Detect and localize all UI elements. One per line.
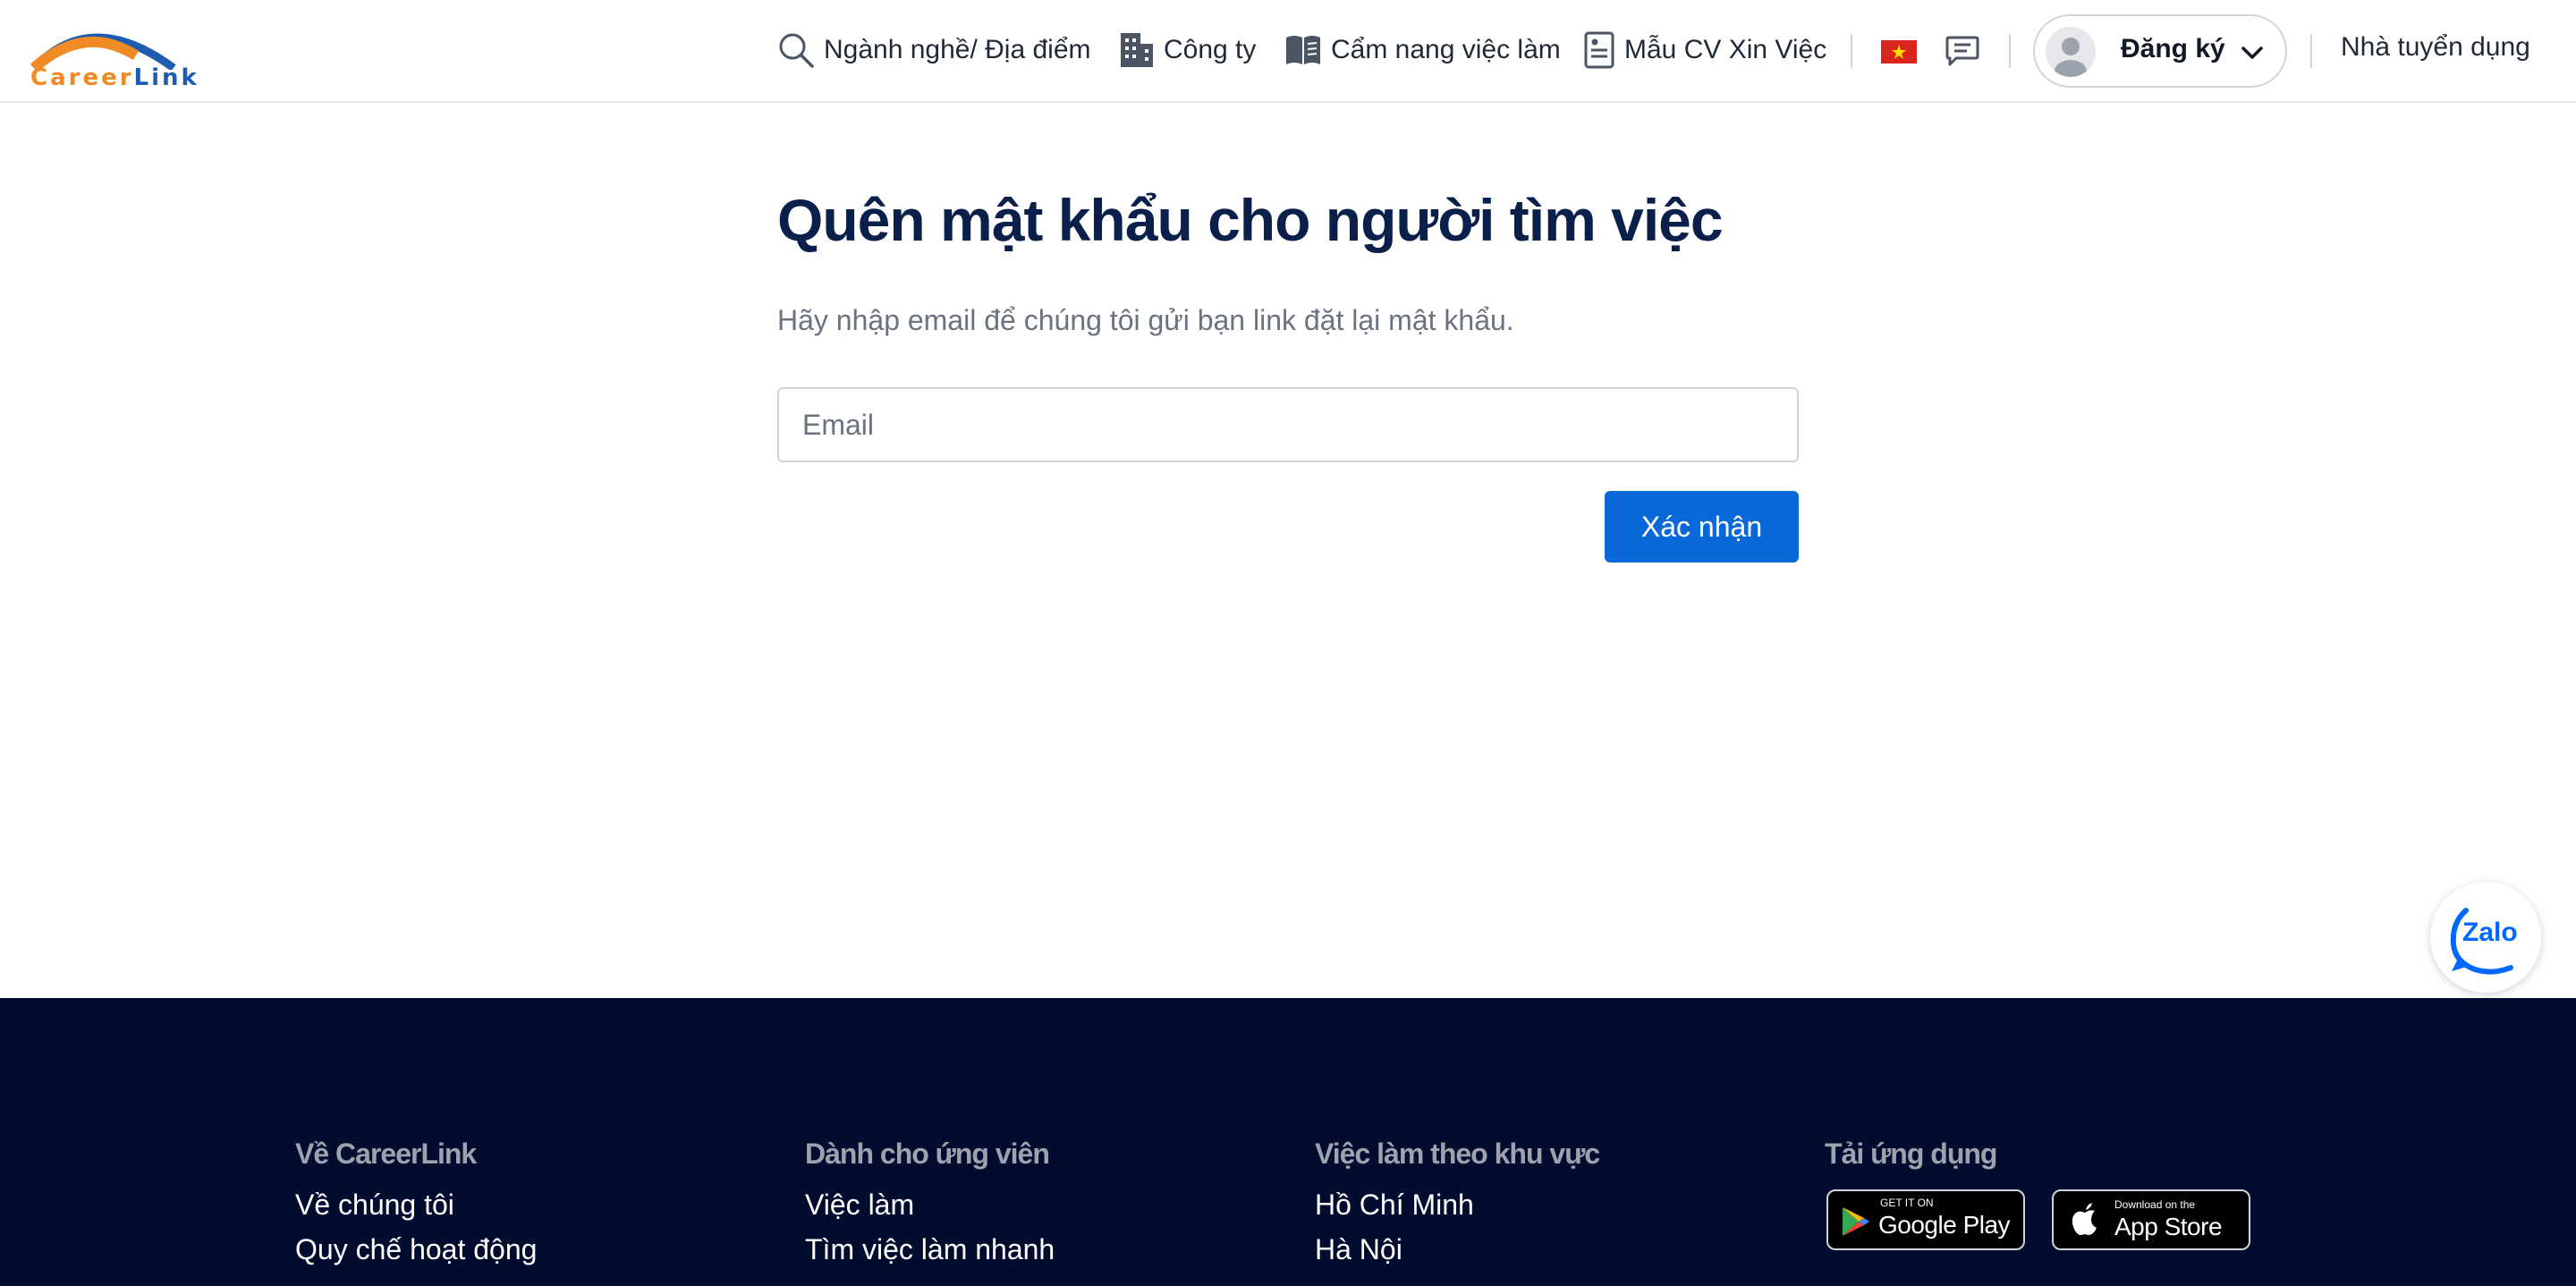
- document-icon: [1584, 31, 1614, 69]
- email-field[interactable]: [777, 387, 1799, 462]
- footer-column-regions: Việc làm theo khu vực Hồ Chí Minh Hà Nội: [1315, 1138, 1600, 1264]
- search-icon: [779, 33, 814, 68]
- book-icon: [1286, 36, 1320, 64]
- submit-button[interactable]: Xác nhận: [1605, 491, 1799, 563]
- header-divider: [1851, 34, 1852, 68]
- nav-cv-templates-label: Mẫu CV Xin Việc: [1624, 35, 1827, 64]
- flag-star-icon: [1892, 45, 1906, 59]
- google-play-small-text: GET IT ON: [1880, 1197, 1934, 1209]
- google-play-badge[interactable]: GET IT ON Google Play: [1826, 1189, 2025, 1250]
- footer-column-about: Về CareerLink Về chúng tôi Quy chế hoạt …: [295, 1138, 537, 1264]
- google-play-icon: [1843, 1207, 1869, 1236]
- page-subtitle: Hãy nhập email để chúng tôi gửi bạn link…: [777, 304, 1514, 336]
- chevron-down-icon: [2241, 47, 2263, 59]
- nav-company[interactable]: Công ty: [1119, 27, 1256, 73]
- page-title: Quên mật khẩu cho người tìm việc: [777, 187, 1724, 253]
- footer-column-candidates: Dành cho ứng viên Việc làm Tìm việc làm …: [805, 1138, 1055, 1264]
- site-header: CareerLink Ngành nghề/ Địa điểm Công ty …: [0, 0, 2576, 103]
- logo-arc-icon: [30, 33, 176, 70]
- logo-text: CareerLink: [30, 64, 199, 91]
- footer-heading: Dành cho ứng viên: [805, 1138, 1050, 1170]
- zalo-label: Zalo: [2462, 918, 2518, 947]
- nav-industry-location-label: Ngành nghề/ Địa điểm: [824, 35, 1091, 64]
- building-icon: [1121, 33, 1153, 67]
- footer-link[interactable]: Về chúng tôi: [295, 1190, 537, 1219]
- footer-link[interactable]: Hồ Chí Minh: [1315, 1190, 1599, 1219]
- header-divider: [2310, 34, 2312, 68]
- signup-label: Đăng ký: [2121, 34, 2225, 63]
- zalo-chat-button[interactable]: Zalo: [2430, 882, 2541, 993]
- avatar: [2046, 27, 2096, 77]
- footer-heading: Tải ứng dụng: [1825, 1138, 1997, 1170]
- logo-text-link: Link: [133, 64, 199, 91]
- employer-link[interactable]: Nhà tuyển dụng: [2341, 32, 2530, 63]
- footer-heading: Việc làm theo khu vực: [1315, 1138, 1600, 1170]
- google-play-big-text: Google Play: [1878, 1211, 2011, 1239]
- signup-dropdown-button[interactable]: Đăng ký: [2033, 14, 2287, 88]
- vietnam-flag-icon[interactable]: [1881, 40, 1917, 63]
- chat-icon[interactable]: [1945, 35, 1979, 67]
- nav-career-guide-label: Cẩm nang việc làm: [1331, 35, 1561, 64]
- nav-career-guide[interactable]: Cẩm nang việc làm: [1284, 27, 1561, 73]
- footer-column-apps: Tải ứng dụng: [1825, 1138, 1997, 1171]
- footer-link[interactable]: Việc làm: [805, 1190, 1055, 1219]
- app-store-small-text: Download on the: [2114, 1198, 2196, 1211]
- logo-text-career: Career: [30, 64, 134, 91]
- app-store-badge[interactable]: Download on the App Store: [2052, 1189, 2250, 1250]
- footer-heading: Về CareerLink: [295, 1138, 477, 1170]
- app-store-big-text: App Store: [2114, 1213, 2223, 1240]
- footer-link[interactable]: Hà Nội: [1315, 1235, 1599, 1264]
- nav-cv-templates[interactable]: Mẫu CV Xin Việc: [1583, 27, 1826, 73]
- header-divider: [2009, 34, 2011, 68]
- nav-company-label: Công ty: [1164, 35, 1257, 64]
- apple-icon: [2072, 1203, 2097, 1235]
- footer-link[interactable]: Tìm việc làm nhanh: [805, 1235, 1055, 1264]
- careerlink-logo[interactable]: CareerLink: [29, 16, 197, 91]
- user-icon: [2055, 38, 2087, 77]
- nav-industry-location[interactable]: Ngành nghề/ Địa điểm: [777, 27, 1091, 73]
- footer-link[interactable]: Quy chế hoạt động: [295, 1235, 537, 1264]
